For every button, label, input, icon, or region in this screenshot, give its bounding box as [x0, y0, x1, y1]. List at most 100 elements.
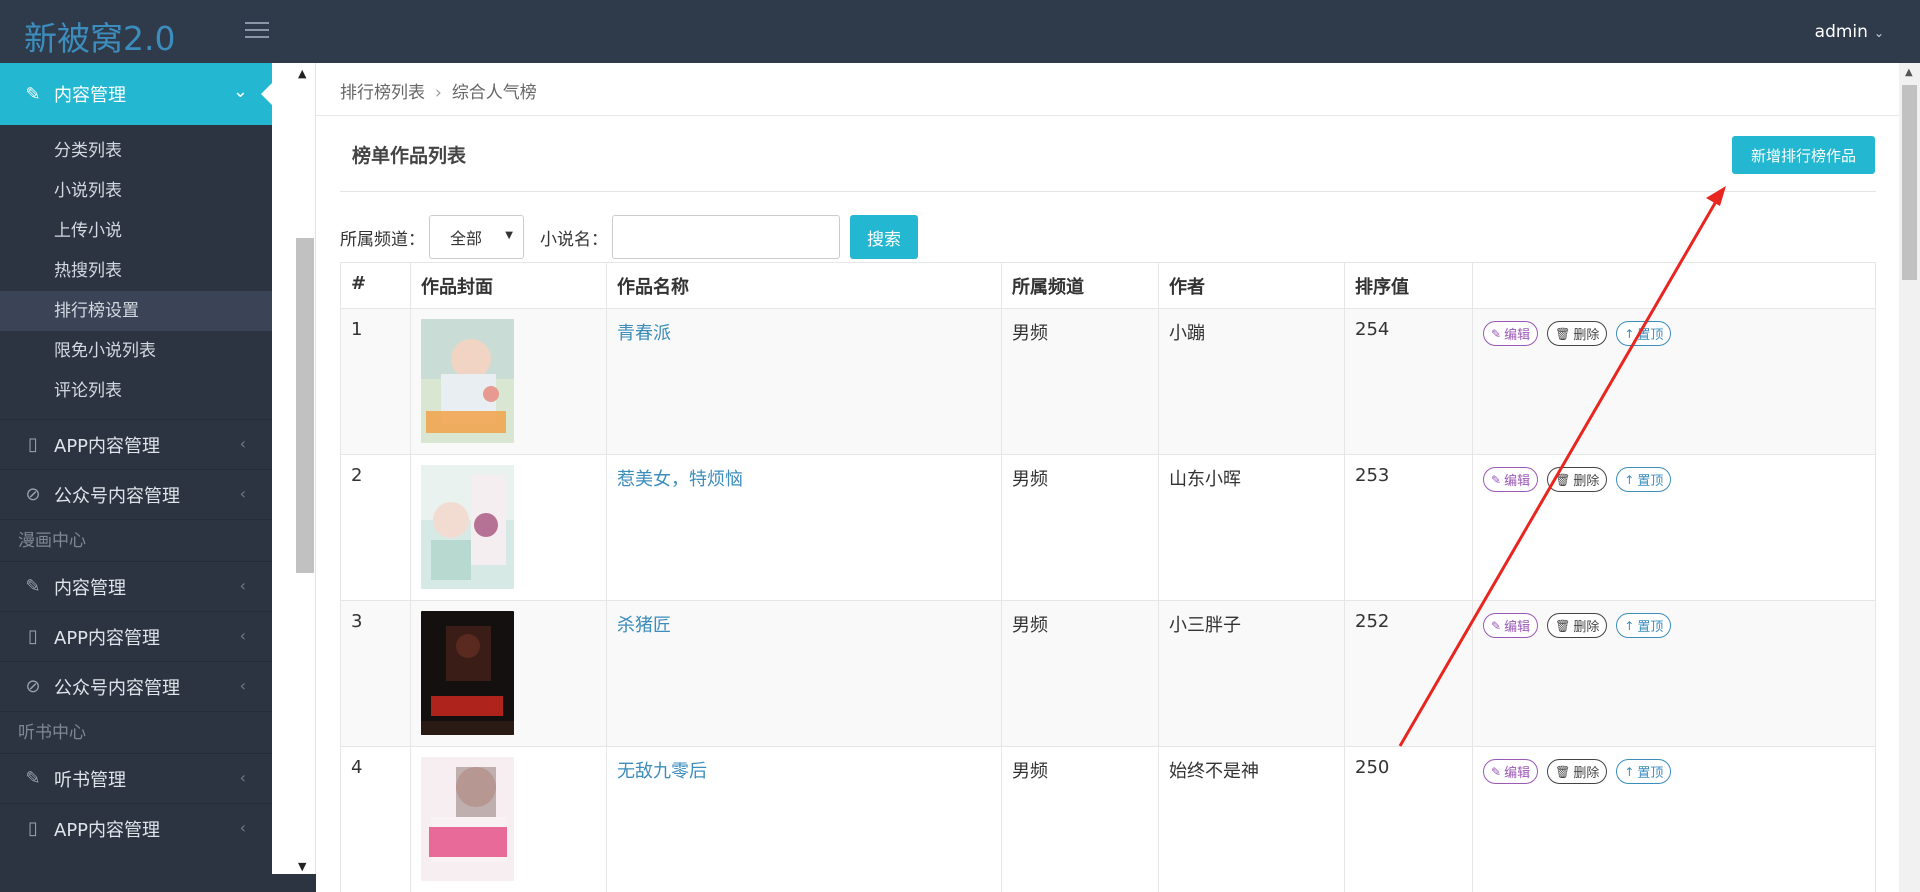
sidebar-item-comments[interactable]: 评论列表	[0, 371, 272, 411]
author-cell: 小蹦	[1158, 308, 1345, 455]
trash-icon: 🗑	[1555, 326, 1571, 341]
sidebar-group-comic-app-content[interactable]: ▯ APP内容管理 ‹	[0, 611, 272, 661]
scroll-up-arrow-icon[interactable]: ▲	[298, 67, 306, 80]
sort-value-cell: 250	[1344, 746, 1473, 892]
sidebar-scrollbar[interactable]: ▲ ▼	[272, 63, 316, 892]
cover-cell	[410, 600, 607, 747]
chevron-left-icon: ‹	[239, 484, 246, 503]
book-cover-image[interactable]	[421, 319, 514, 443]
sidebar-group-label: APP内容管理	[54, 819, 161, 841]
novel-title-link[interactable]: 青春派	[617, 323, 671, 344]
chevron-left-icon: ‹	[239, 768, 246, 787]
sidebar-group-content-management[interactable]: ✎ 内容管理 ⌄	[0, 63, 272, 125]
book-cover-image[interactable]	[421, 757, 514, 881]
add-ranking-item-button[interactable]: 新增排行榜作品	[1732, 136, 1875, 174]
brush-icon: ✎	[25, 83, 41, 105]
novel-title-link[interactable]: 无敌九零后	[617, 761, 707, 782]
sidebar-group-audio-management[interactable]: ✎ 听书管理 ‹	[0, 753, 272, 803]
trash-icon: 🗑	[1555, 618, 1571, 633]
row-number: 1	[340, 308, 411, 455]
sidebar-item-novel-list[interactable]: 小说列表	[0, 171, 272, 211]
active-pointer	[261, 82, 272, 106]
delete-button[interactable]: 🗑 删除	[1547, 613, 1608, 638]
row-number: 4	[340, 746, 411, 892]
sidebar-group-wechat-content[interactable]: ⊘ 公众号内容管理 ‹	[0, 469, 272, 519]
sidebar-item-ranking-settings[interactable]: 排行榜设置	[0, 291, 272, 331]
actions-cell: ✎ 编辑 🗑 删除 ↑ 置顶	[1472, 308, 1876, 455]
edit-icon: ✎	[1491, 472, 1502, 487]
author-cell: 始终不是神	[1158, 746, 1345, 892]
book-cover-image[interactable]	[421, 465, 514, 589]
username: admin	[1814, 22, 1868, 42]
edit-button-label: 编辑	[1504, 328, 1531, 343]
sidebar-group-label: 公众号内容管理	[54, 485, 180, 507]
scroll-down-arrow-icon[interactable]: ▼	[298, 860, 306, 873]
pin-top-button-label: 置顶	[1637, 474, 1664, 489]
sidebar-group-app-content[interactable]: ▯ APP内容管理 ‹	[0, 419, 272, 469]
book-cover-image[interactable]	[421, 611, 514, 735]
edit-button[interactable]: ✎ 编辑	[1483, 613, 1539, 638]
novel-title-link[interactable]: 杀猪匠	[617, 615, 671, 636]
delete-button[interactable]: 🗑 删除	[1547, 759, 1608, 784]
breadcrumb-current: 综合人气榜	[451, 83, 537, 103]
cover-cell	[410, 454, 607, 601]
column-header: 排序值	[1344, 262, 1473, 309]
sidebar-group-audio-app-content[interactable]: ▯ APP内容管理 ‹	[0, 803, 272, 853]
chevron-left-icon: ‹	[239, 576, 246, 595]
delete-button[interactable]: 🗑 删除	[1547, 321, 1608, 346]
column-header: 作品名称	[606, 262, 1002, 309]
scroll-up-arrow-icon[interactable]: ▲	[1905, 67, 1913, 78]
divider	[340, 191, 1876, 192]
breadcrumb-separator-icon: ›	[435, 83, 442, 103]
sidebar-subnav: 分类列表 小说列表 上传小说 热搜列表 排行榜设置 限免小说列表 评论列表	[0, 125, 272, 419]
sidebar-scroll-thumb[interactable]	[296, 238, 314, 573]
pin-top-button[interactable]: ↑ 置顶	[1616, 321, 1672, 346]
page-scroll-thumb[interactable]	[1902, 85, 1917, 280]
delete-button[interactable]: 🗑 删除	[1547, 467, 1608, 492]
app-logo[interactable]: 新被窝2.0	[24, 12, 175, 60]
table-row: 2 惹美女，特烦恼 男频 山东小晖 253 ✎ 编辑 🗑 删除 ↑ 置顶	[340, 454, 1876, 601]
brush-icon: ✎	[25, 576, 41, 597]
column-header: 所属频道	[1001, 262, 1159, 309]
channel-select[interactable]: 全部 ▼	[429, 215, 524, 259]
sidebar-item-category-list[interactable]: 分类列表	[0, 131, 272, 171]
sidebar-group-comic-wechat-content[interactable]: ⊘ 公众号内容管理 ‹	[0, 661, 272, 711]
sidebar-group-label: APP内容管理	[54, 627, 161, 649]
page-scrollbar[interactable]: ▲	[1899, 63, 1920, 892]
pin-top-button-label: 置顶	[1637, 328, 1664, 343]
table-row: 1 青春派 男频 小蹦 254 ✎ 编辑 🗑 删除 ↑ 置顶	[340, 308, 1876, 455]
menu-toggle-icon[interactable]	[245, 22, 269, 40]
sidebar-group-label: 公众号内容管理	[54, 677, 180, 699]
pin-top-button-label: 置顶	[1637, 620, 1664, 635]
sidebar-group-label: APP内容管理	[54, 435, 161, 457]
edit-icon: ✎	[1491, 618, 1502, 633]
sidebar-group-comic-content[interactable]: ✎ 内容管理 ‹	[0, 561, 272, 611]
sidebar-group-label: 听书管理	[54, 769, 126, 791]
edit-button[interactable]: ✎ 编辑	[1483, 759, 1539, 784]
sidebar-item-free-novels[interactable]: 限免小说列表	[0, 331, 272, 371]
panel-title: 榜单作品列表	[352, 145, 467, 167]
pin-top-button[interactable]: ↑ 置顶	[1616, 467, 1672, 492]
novel-name-input[interactable]	[612, 215, 840, 259]
title-cell: 惹美女，特烦恼	[606, 454, 1002, 601]
pin-top-button[interactable]: ↑ 置顶	[1616, 613, 1672, 638]
sort-value-cell: 253	[1344, 454, 1473, 601]
pin-top-button[interactable]: ↑ 置顶	[1616, 759, 1672, 784]
user-menu[interactable]: admin ⌄	[1815, 22, 1884, 42]
search-button[interactable]: 搜索	[850, 215, 918, 259]
channel-cell: 男频	[1001, 600, 1159, 747]
table-header-row: # 作品封面 作品名称 所属频道 作者 排序值	[340, 262, 1876, 309]
cover-cell	[410, 746, 607, 892]
title-cell: 无敌九零后	[606, 746, 1002, 892]
novel-title-link[interactable]: 惹美女，特烦恼	[617, 469, 743, 490]
channel-label: 所属频道：	[340, 229, 425, 250]
edit-button[interactable]: ✎ 编辑	[1483, 321, 1539, 346]
delete-button-label: 删除	[1573, 474, 1600, 489]
edit-button-label: 编辑	[1504, 620, 1531, 635]
edit-button[interactable]: ✎ 编辑	[1483, 467, 1539, 492]
sidebar-item-hot-search[interactable]: 热搜列表	[0, 251, 272, 291]
delete-button-label: 删除	[1573, 328, 1600, 343]
breadcrumb-parent[interactable]: 排行榜列表	[340, 83, 425, 103]
pin-top-button-label: 置顶	[1637, 766, 1664, 781]
sidebar-item-upload-novel[interactable]: 上传小说	[0, 211, 272, 251]
